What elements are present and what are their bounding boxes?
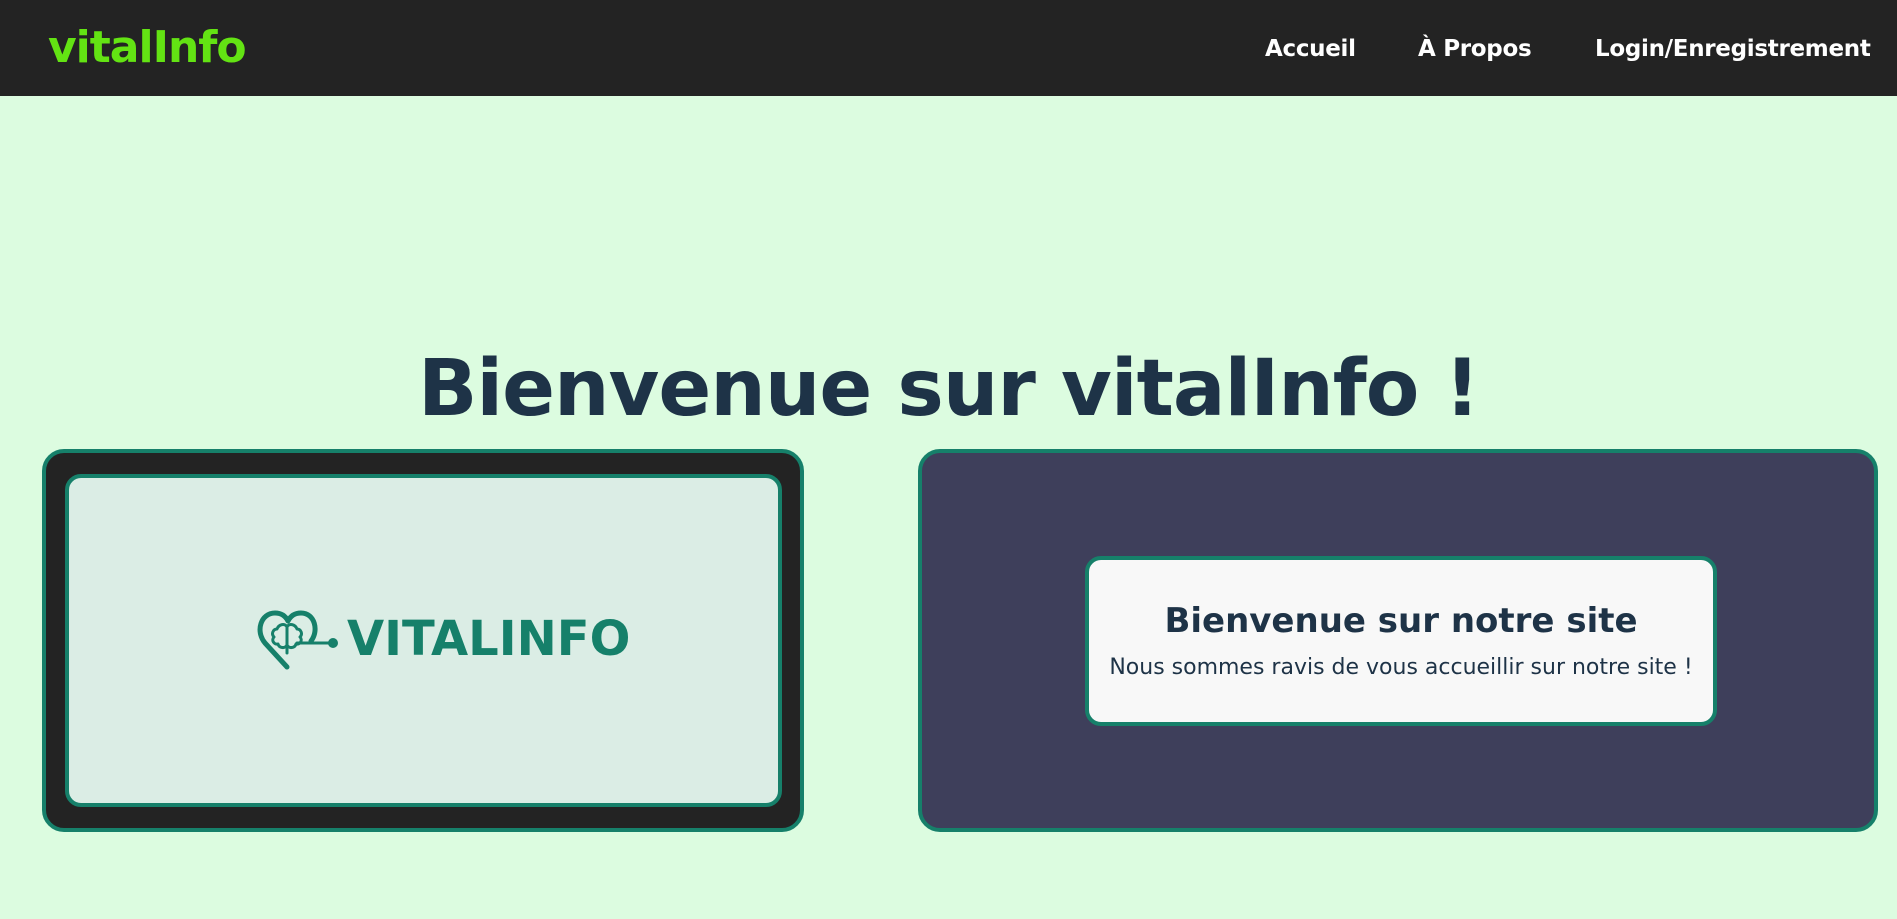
nav-link-login[interactable]: Login/Enregistrement (1595, 34, 1871, 64)
page-title: Bienvenue sur vitalInfo ! (417, 344, 1480, 434)
logo-panel: VITALINFO (42, 449, 804, 832)
brand-logo-link[interactable]: vitalInfo (48, 20, 247, 76)
welcome-title: Bienvenue sur notre site (1164, 601, 1638, 641)
navbar: vitalInfo Accueil À Propos Login/Enregis… (0, 0, 1897, 96)
welcome-card: Bienvenue sur notre site Nous sommes rav… (1085, 556, 1717, 726)
welcome-panel: Bienvenue sur notre site Nous sommes rav… (918, 449, 1878, 832)
heart-brain-icon (257, 610, 338, 670)
vitalinfo-logo: VITALINFO (257, 607, 630, 671)
nav-link-a-propos[interactable]: À Propos (1418, 34, 1532, 64)
welcome-text: Nous sommes ravis de vous accueillir sur… (1109, 655, 1693, 680)
nav-link-accueil[interactable]: Accueil (1265, 34, 1356, 64)
logo-card: VITALINFO (65, 474, 782, 807)
logo-wordmark: VITALINFO (347, 611, 631, 667)
